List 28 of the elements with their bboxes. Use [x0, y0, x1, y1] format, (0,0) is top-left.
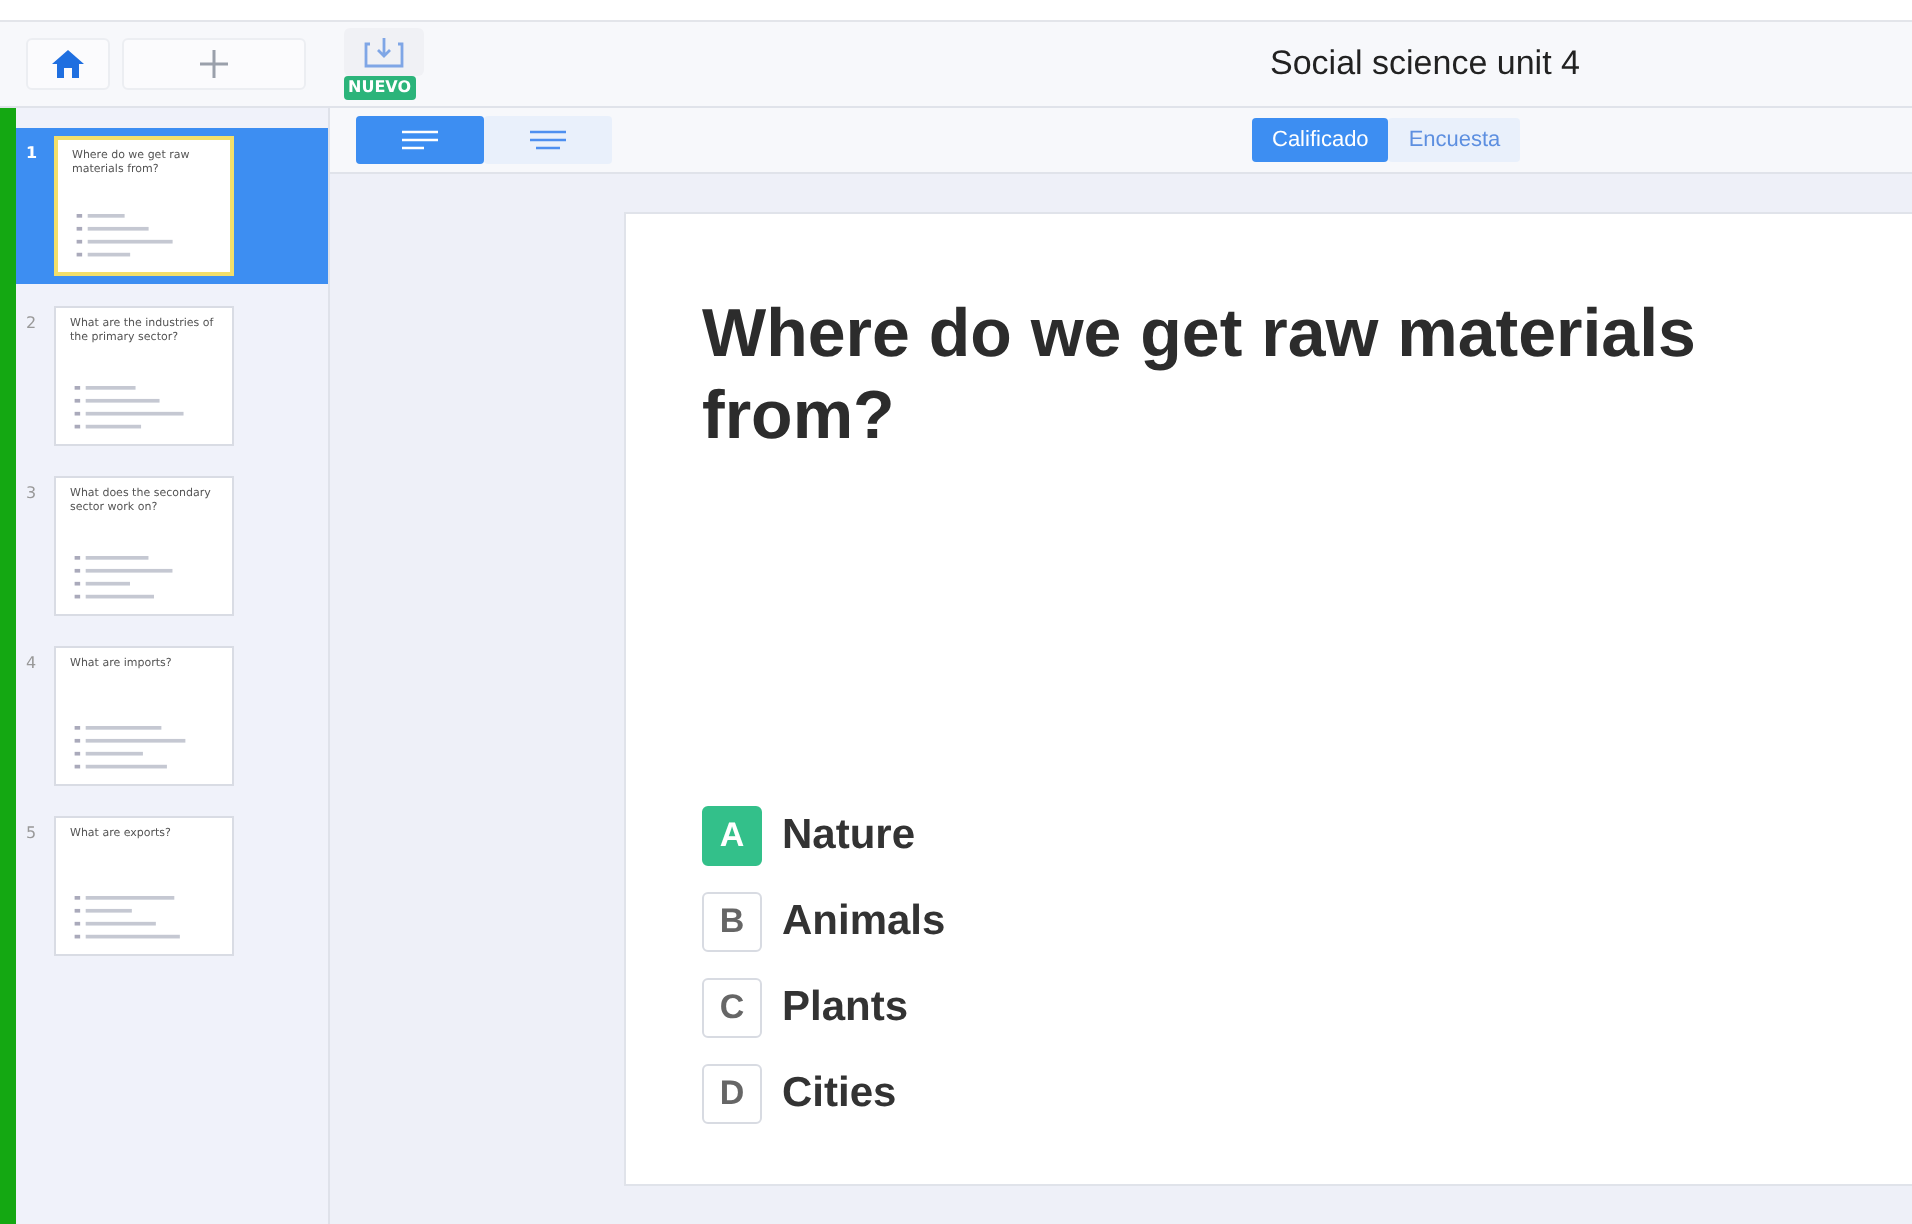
answer-text: Plants	[782, 984, 909, 1032]
answer-text: Nature	[782, 812, 916, 860]
new-badge: NUEVO	[344, 76, 416, 100]
slide-number: 3	[26, 482, 39, 502]
answer-text: Cities	[782, 1070, 897, 1118]
question-text: Where do we get raw materials from?	[702, 294, 1698, 459]
import-button[interactable]	[344, 28, 424, 76]
slide-number: 1	[26, 142, 40, 162]
text-align-button[interactable]	[484, 116, 612, 164]
home-button[interactable]	[26, 38, 110, 90]
answer-letter: B	[702, 892, 762, 952]
plus-icon	[198, 48, 230, 80]
add-button[interactable]	[122, 38, 306, 90]
home-icon	[52, 50, 84, 78]
answer-lines-drawing	[70, 726, 190, 774]
align-center-icon	[530, 130, 566, 150]
answer-letter: D	[702, 1064, 762, 1124]
slide-number: 2	[26, 312, 39, 332]
align-left-icon	[402, 130, 438, 150]
download-tray-icon	[364, 36, 404, 68]
answer-letter: A	[702, 806, 762, 866]
text-align-button[interactable]	[356, 116, 484, 164]
answer-letter: C	[702, 978, 762, 1038]
answer-lines-drawing	[70, 386, 190, 434]
slide-number: 5	[26, 822, 39, 842]
presentation-title: Social science unit 4	[1268, 44, 1582, 84]
answer-text: Animals	[782, 898, 946, 946]
slide-number: 4	[26, 652, 39, 672]
